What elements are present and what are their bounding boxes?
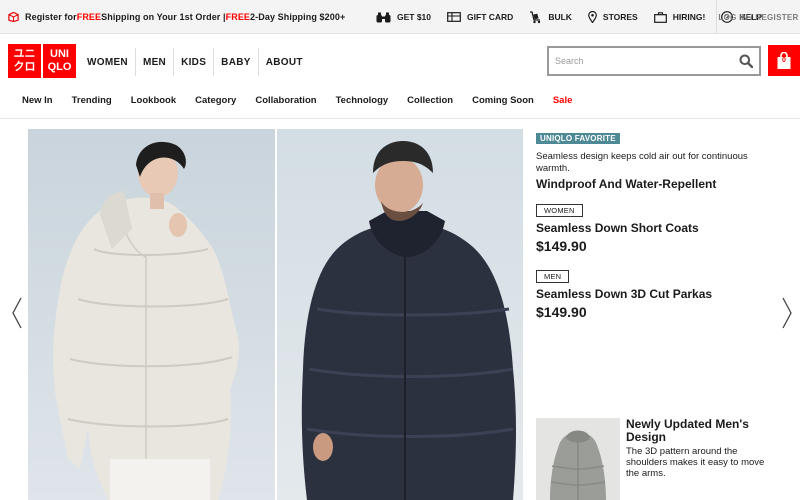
- promo-thumbnail[interactable]: [536, 418, 620, 500]
- cart-button[interactable]: 0: [768, 45, 800, 76]
- search-button[interactable]: [733, 48, 759, 74]
- location-pin-icon: [588, 11, 597, 23]
- gender-tag-women: WOMEN: [536, 204, 583, 217]
- main-nav: WOMEN MEN KIDS BABY ABOUT: [80, 48, 310, 76]
- product-name[interactable]: Seamless Down 3D Cut Parkas: [536, 287, 786, 301]
- hero-image-women[interactable]: [28, 129, 275, 500]
- get-10-label: GET $10: [397, 12, 432, 22]
- promo-text-3: 2-Day Shipping $200+: [250, 11, 346, 22]
- nav-kids[interactable]: KIDS: [174, 48, 213, 76]
- hiring-label: HIRING!: [672, 12, 706, 22]
- binoculars-icon: [376, 12, 391, 22]
- header-divider: [0, 118, 800, 119]
- logo-katakana-box: ユニ クロ: [8, 44, 41, 78]
- hero-product-info: UNIQLO FAVORITE Seamless design keeps co…: [536, 128, 786, 320]
- nav-men[interactable]: MEN: [136, 48, 173, 76]
- logo-katakana-bottom: クロ: [13, 61, 36, 73]
- logo-latin-bottom: QLO: [47, 61, 72, 73]
- promo-card-description: The 3D pattern around the shoulders make…: [626, 446, 765, 479]
- promo-text-2: Shipping on Your 1st Order |: [101, 11, 226, 22]
- chevron-left-icon: [12, 297, 22, 329]
- hero-feature-title: Windproof And Water-Repellent: [536, 177, 717, 191]
- logo-latin-box: UNI QLO: [43, 44, 76, 78]
- subnav-collaboration[interactable]: Collaboration: [255, 95, 316, 106]
- login-register-link[interactable]: LOG IN / REGISTER: [716, 0, 800, 34]
- get-10-link[interactable]: GET $10: [376, 12, 431, 23]
- subnav-technology[interactable]: Technology: [336, 95, 389, 106]
- hero-description: Seamless design keeps cold air out for c…: [536, 151, 748, 174]
- cart-count: 0: [782, 57, 786, 64]
- product-women[interactable]: WOMEN Seamless Down Short Coats $149.90: [536, 200, 786, 254]
- gift-card-link[interactable]: GIFT CARD: [447, 12, 513, 22]
- gift-box-icon: [8, 11, 19, 22]
- promo-card[interactable]: Newly Updated Men's Design The 3D patter…: [536, 418, 786, 500]
- subnav-category[interactable]: Category: [195, 95, 236, 106]
- product-price: $149.90: [536, 238, 587, 254]
- bulk-label: BULK: [548, 12, 572, 22]
- bulk-cart-icon: [530, 10, 541, 23]
- product-men[interactable]: MEN Seamless Down 3D Cut Parkas $149.90: [536, 266, 786, 320]
- stores-link[interactable]: STORES: [588, 11, 638, 23]
- subnav-new-in[interactable]: New In: [22, 95, 53, 106]
- hero-image-men[interactable]: [277, 129, 523, 500]
- hiring-link[interactable]: HIRING!: [653, 11, 706, 23]
- gender-tag-men: MEN: [536, 270, 570, 283]
- search-input[interactable]: [549, 49, 733, 73]
- promo-text-1: Register for: [25, 11, 77, 22]
- subnav-sale[interactable]: Sale: [553, 95, 573, 106]
- promo-free-1: FREE: [76, 11, 102, 22]
- nav-baby[interactable]: BABY: [214, 48, 258, 76]
- product-name[interactable]: Seamless Down Short Coats: [536, 221, 786, 235]
- subnav-coming-soon[interactable]: Coming Soon: [472, 95, 534, 106]
- utility-bar: Register for FREE Shipping on Your 1st O…: [0, 0, 800, 34]
- bulk-link[interactable]: BULK: [529, 10, 572, 24]
- gift-card-icon: [447, 12, 461, 22]
- stores-label: STORES: [602, 12, 638, 22]
- search-box: [547, 46, 761, 76]
- nav-women[interactable]: WOMEN: [80, 48, 135, 76]
- nav-about[interactable]: ABOUT: [259, 48, 310, 76]
- promo-card-text: Newly Updated Men's Design The 3D patter…: [626, 418, 776, 500]
- promo-banner[interactable]: Register for FREE Shipping on Your 1st O…: [0, 11, 345, 22]
- briefcase-icon: [653, 11, 667, 23]
- product-price: $149.90: [536, 304, 587, 320]
- promo-free-2: FREE: [225, 11, 251, 22]
- logo-katakana-top: ユニ: [13, 48, 36, 60]
- gift-card-label: GIFT CARD: [467, 12, 514, 22]
- carousel-prev-button[interactable]: [10, 296, 24, 330]
- category-nav: New In Trending Lookbook Category Collab…: [22, 91, 591, 109]
- subnav-trending[interactable]: Trending: [72, 95, 112, 106]
- favorite-badge: UNIQLO FAVORITE: [536, 133, 620, 144]
- search-icon: [739, 54, 753, 68]
- uniqlo-logo[interactable]: ユニ クロ UNI QLO: [8, 44, 76, 78]
- logo-latin-top: UNI: [50, 48, 69, 60]
- promo-card-title[interactable]: Newly Updated Men's Design: [626, 418, 776, 444]
- subnav-collection[interactable]: Collection: [407, 95, 453, 106]
- subnav-lookbook[interactable]: Lookbook: [131, 95, 176, 106]
